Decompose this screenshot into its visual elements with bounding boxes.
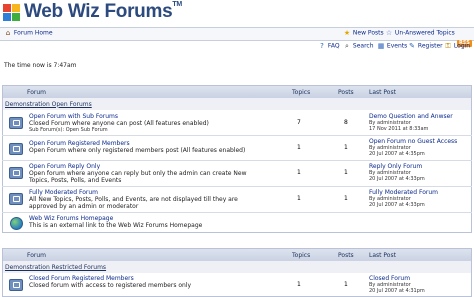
table-row: Open Forum Reply Only Open forum where a… [2, 161, 472, 187]
login-label: Login [453, 42, 471, 50]
forum-title-link[interactable]: Fully Moderated Forum [29, 189, 292, 196]
faq-label: FAQ [327, 42, 340, 50]
forum-icon [9, 278, 23, 291]
forum-title-link[interactable]: Closed Forum Registered Members [29, 275, 292, 282]
posts-count: 1 [344, 169, 348, 176]
last-post-link[interactable]: Closed Forum [369, 275, 471, 282]
unanswered-link[interactable]: ☆ Un-Answered Topics [385, 29, 455, 37]
last-post-link[interactable]: Demo Question and Anwser [369, 113, 471, 120]
star-outline-icon: ☆ [385, 29, 393, 37]
col-last-post: Last Post [369, 89, 396, 96]
forum-description: Open Forum where only registered members… [29, 147, 246, 154]
category-row[interactable]: Demonstration Open Forums [2, 97, 472, 110]
star-icon: ★ [343, 29, 351, 37]
last-post-link[interactable]: Open Forum no Guest Access [369, 138, 471, 145]
table-header: Forum Topics Posts Last Post [2, 248, 472, 261]
login-link[interactable]: ⚿ Login [444, 42, 470, 50]
col-last-post: Last Post [369, 252, 396, 259]
last-post-date: 20 Jul 2007 at 4:35pm [369, 151, 425, 157]
register-label: Register [417, 42, 443, 50]
search-icon: ⌕ [345, 42, 349, 50]
col-forum: Forum [27, 252, 47, 259]
forum-title-link[interactable]: Open Forum Registered Members [29, 140, 292, 147]
col-topics: Topics [292, 89, 311, 96]
forum-icon [9, 143, 23, 155]
category-row[interactable]: Demonstration Restricted Forums [2, 260, 472, 273]
forum-description: All New Topics, Posts, Polls, and Events… [29, 196, 238, 210]
forum-title-link[interactable]: Open Forum with Sub Forums [29, 113, 292, 120]
forum-table-restricted: Forum Topics Posts Last Post Demonstrati… [2, 248, 472, 297]
time-notice: The time now is 7:47am [4, 62, 77, 69]
forum-title-link[interactable]: Open Forum Reply Only [29, 163, 292, 170]
forum-description: Closed forum with access to registered m… [29, 281, 192, 289]
table-row: Web Wiz Forums Homepage This is an exter… [3, 213, 472, 233]
register-link[interactable]: ✎ Register [408, 42, 443, 50]
globe-icon [10, 217, 23, 230]
logo-text: Web Wiz ForumsTM [24, 1, 182, 23]
forum-description: This is an external link to the Web Wiz … [29, 222, 203, 229]
unanswered-label: Un-Answered Topics [394, 29, 455, 37]
search-label: Search [352, 42, 374, 50]
forum-icon [9, 116, 23, 129]
search-link[interactable]: ⌕ Search [343, 42, 374, 50]
table-row: Open Forum with Sub Forums Closed Forum … [2, 110, 472, 136]
logo-icon [3, 4, 20, 21]
subforum-link[interactable]: Sub Forum(s): Open Sub Forum [29, 127, 292, 133]
table-row: Open Forum Registered Members Open Forum… [2, 136, 472, 161]
table-row: Fully Moderated Forum All New Topics, Po… [2, 187, 472, 213]
trademark: TM [172, 1, 182, 8]
col-topics: Topics [292, 252, 311, 259]
new-posts-link[interactable]: ★ New Posts [343, 29, 384, 37]
category-title[interactable]: Demonstration Open Forums [3, 98, 472, 110]
key-icon: ⚿ [445, 42, 451, 50]
forum-home-label: Forum Home [13, 29, 53, 37]
posts-count: 1 [344, 144, 348, 151]
forum-icon [9, 193, 23, 205]
forum-description: Closed Forum where anyone can post (All … [29, 119, 209, 127]
forum-title-link[interactable]: Web Wiz Forums Homepage [29, 215, 292, 222]
col-posts: Posts [338, 89, 354, 96]
register-icon: ✎ [409, 42, 415, 50]
topics-count: 7 [297, 118, 301, 126]
posts-count: 8 [344, 118, 348, 126]
topics-count: 1 [297, 169, 301, 176]
forum-icon [9, 167, 23, 179]
events-label: Events [386, 42, 408, 50]
home-icon: ⌂ [5, 29, 11, 37]
col-forum: Forum [27, 89, 47, 96]
topics-count: 1 [297, 144, 301, 151]
forum-home-link[interactable]: ⌂ Forum Home [4, 29, 53, 37]
forum-table-open: Forum Topics Posts Last Post Demonstrati… [2, 85, 472, 233]
last-post-date: 17 Nov 2011 at 8:33am [369, 125, 429, 132]
last-post-date: 20 Jul 2007 at 4:33pm [369, 202, 425, 208]
forum-description: Open forum where anyone can reply but on… [29, 170, 247, 184]
help-icon: ? [320, 42, 324, 50]
table-header: Forum Topics Posts Last Post [2, 85, 472, 98]
faq-link[interactable]: ? FAQ [318, 42, 340, 50]
last-post-link[interactable]: Reply Only Forum [369, 163, 471, 170]
events-link[interactable]: ▦ Events [377, 42, 408, 50]
app-title: Web Wiz Forums [24, 1, 173, 22]
topics-count: 1 [297, 195, 301, 202]
category-title[interactable]: Demonstration Restricted Forums [3, 261, 472, 273]
new-posts-label: New Posts [352, 29, 384, 37]
last-post-date: 20 Jul 2007 at 4:33pm [369, 176, 425, 182]
posts-count: 1 [344, 195, 348, 202]
calendar-icon: ▦ [377, 42, 385, 50]
col-posts: Posts [338, 252, 354, 259]
last-post-link[interactable]: Fully Moderated Forum [369, 189, 471, 196]
